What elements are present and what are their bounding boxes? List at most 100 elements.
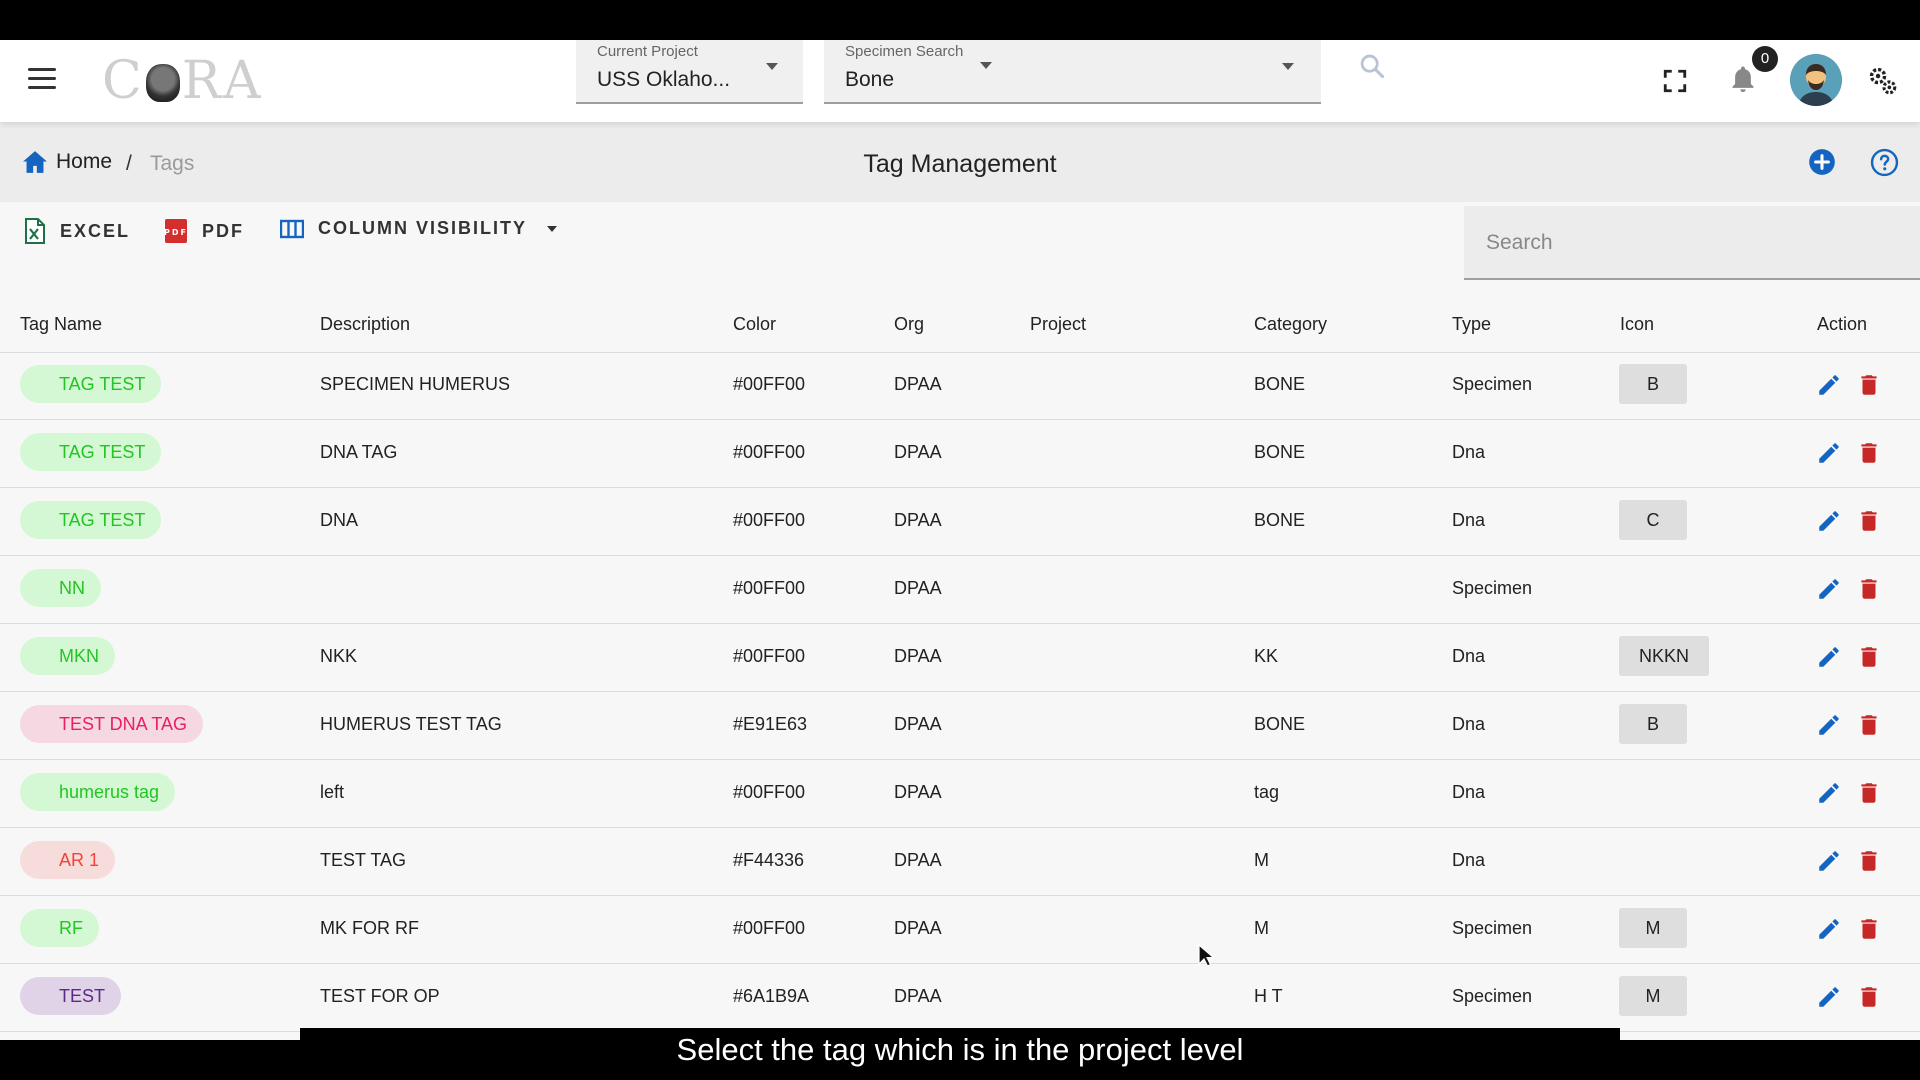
description-cell: HUMERUS TEST TAG [320,714,502,734]
column-header-icon[interactable]: Icon [1620,314,1654,335]
export-excel-button[interactable]: EXCEL [24,218,130,244]
tag-chip[interactable]: AR 1 [20,841,116,879]
category-cell: KK [1254,646,1279,666]
table-row: MKN NKK #00FF00 DPAA KK Dna NKKN [0,624,1920,692]
add-tag-button[interactable] [1808,148,1836,176]
current-project-label: Current Project [597,43,698,60]
chevron-down-icon [980,62,992,69]
category-cell: BONE [1254,714,1306,734]
icon-cell: B [1619,704,1687,744]
column-header-project[interactable]: Project [1030,314,1086,335]
tag-chip[interactable]: TEST [20,977,122,1015]
edit-pencil-icon[interactable] [1816,780,1842,806]
fullscreen-icon[interactable] [1662,68,1688,94]
delete-trash-icon[interactable] [1856,984,1882,1010]
export-pdf-button[interactable]: PDF PDF [164,218,244,244]
delete-trash-icon[interactable] [1856,440,1882,466]
specimen-search-select[interactable]: Specimen Search Bone [824,40,1321,104]
current-project-select[interactable]: Current Project USS Oklaho... [576,40,803,104]
search-icon[interactable] [1358,52,1386,80]
description-cell: NKK [320,646,358,666]
menu-icon[interactable] [28,68,56,92]
tag-chip[interactable]: RF [20,909,99,947]
breadcrumb-separator: / [126,152,132,175]
edit-pencil-icon[interactable] [1816,644,1842,670]
type-cell: Specimen [1452,578,1533,598]
type-cell: Specimen [1452,986,1533,1006]
description-cell: MK FOR RF [320,918,419,938]
table-row: TAG TEST SPECIMEN HUMERUS #00FF00 DPAA BONE S… [0,352,1920,420]
tag-chip[interactable]: NN [20,569,101,607]
column-header-tag-name[interactable]: Tag Name [20,314,102,335]
edit-pencil-icon[interactable] [1816,916,1842,942]
tutorial-caption: Select the tag which is in the project l… [676,1032,1244,1067]
mouse-cursor-icon [1198,944,1214,967]
delete-trash-icon[interactable] [1856,508,1882,534]
description-cell: TEST TAG [320,850,407,870]
column-header-color[interactable]: Color [733,314,776,335]
edit-pencil-icon[interactable] [1816,712,1842,738]
column-header-action: Action [1817,314,1868,334]
delete-trash-icon[interactable] [1856,576,1882,602]
type-cell: Dna [1452,442,1486,462]
org-cell: DPAA [894,646,942,666]
table-row: TAG TEST DNA TAG #00FF00 DPAA BONE Dna [0,420,1920,488]
icon-cell: M [1619,976,1687,1016]
tag-chip[interactable]: humerus tag [20,773,176,811]
home-icon [23,151,47,173]
table-row: NN #00FF00 DPAA Specimen [0,556,1920,624]
logo-text-left: C [102,51,144,111]
tag-chip[interactable]: TEST DNA TAG [20,705,204,743]
edit-pencil-icon[interactable] [1816,984,1842,1010]
logo-text-right: RA [181,51,263,111]
description-cell: TEST FOR OP [320,986,440,1006]
user-avatar[interactable] [1790,54,1842,106]
color-cell: #00FF00 [733,782,806,802]
chevron-down-icon [1282,63,1294,70]
table-row: AR 1 TEST TAG #F44336 DPAA M Dna [0,828,1920,896]
org-cell: DPAA [894,374,942,394]
tag-chip[interactable]: TAG TEST [20,501,162,539]
table-row: TEST DNA TAG HUMERUS TEST TAG #E91E63 DPAA B… [0,692,1920,760]
pdf-file-icon: PDF [164,219,188,243]
category-cell: BONE [1254,374,1306,394]
category-cell: M [1254,918,1269,938]
table-search-input[interactable] [1484,226,1888,260]
description-cell: DNA [320,510,359,530]
type-cell: Dna [1452,782,1486,802]
table-row: TAG TEST DNA #00FF00 DPAA BONE Dna C [0,488,1920,556]
delete-trash-icon[interactable] [1856,916,1882,942]
tag-chip[interactable]: TAG TEST [20,365,162,403]
column-header-org[interactable]: Org [894,314,924,335]
delete-trash-icon[interactable] [1856,712,1882,738]
column-visibility-button[interactable]: COLUMN VISIBILITY [280,218,557,239]
tag-chip[interactable]: MKN [20,637,115,675]
table-search-field[interactable] [1464,206,1920,280]
column-header-description[interactable]: Description [320,314,410,335]
top-app-bar: C RA Current Project USS Oklaho... Specim… [0,40,1920,122]
settings-gears-icon[interactable] [1866,64,1900,98]
tag-chip[interactable]: TAG TEST [20,433,162,471]
column-header-type[interactable]: Type [1452,314,1491,335]
delete-trash-icon[interactable] [1856,848,1882,874]
edit-pencil-icon[interactable] [1816,372,1842,398]
breadcrumb-home-link[interactable]: Home [22,150,112,174]
edit-pencil-icon[interactable] [1816,848,1842,874]
color-cell: #6A1B9A [733,986,810,1006]
category-cell: BONE [1254,442,1306,462]
delete-trash-icon[interactable] [1856,372,1882,398]
icon-cell: C [1619,500,1687,540]
edit-pencil-icon[interactable] [1816,440,1842,466]
svg-text:PDF: PDF [164,228,188,237]
edit-pencil-icon[interactable] [1816,508,1842,534]
notifications-bell-icon[interactable] [1728,64,1758,96]
delete-trash-icon[interactable] [1856,780,1882,806]
export-pdf-label: PDF [202,220,244,241]
columns-icon [280,219,304,238]
category-cell: BONE [1254,510,1306,530]
column-header-category[interactable]: Category [1254,314,1327,335]
help-icon[interactable] [1870,148,1899,177]
delete-trash-icon[interactable] [1856,644,1882,670]
specimen-search-value: Bone [845,68,895,91]
edit-pencil-icon[interactable] [1816,576,1842,602]
